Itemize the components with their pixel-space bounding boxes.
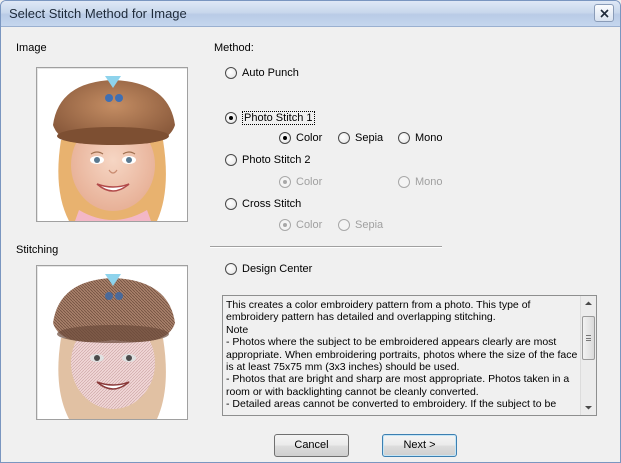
- photo-stitch-2-option[interactable]: Photo Stitch 2: [225, 154, 311, 166]
- scroll-grip-icon: [586, 335, 591, 341]
- cross-stitch-option[interactable]: Cross Stitch: [225, 198, 301, 210]
- cs-sepia-radio: [338, 219, 350, 231]
- auto-punch-option[interactable]: Auto Punch: [225, 67, 299, 79]
- ps1-sepia-radio[interactable]: [338, 132, 350, 144]
- photo-stitch-1-option[interactable]: Photo Stitch 1: [225, 111, 315, 125]
- photo-stitch-2-radio[interactable]: [225, 154, 237, 166]
- ps2-mono-radio: [398, 176, 410, 188]
- ps1-color-option[interactable]: Color: [279, 132, 322, 144]
- stitching-label: Stitching: [16, 244, 59, 256]
- next-button[interactable]: Next >: [382, 434, 457, 457]
- ps2-color-label: Color: [296, 176, 323, 188]
- title-bar[interactable]: Select Stitch Method for Image: [1, 1, 620, 27]
- stitching-preview: [36, 265, 188, 420]
- auto-punch-label: Auto Punch: [242, 67, 299, 79]
- ps1-mono-option[interactable]: Mono: [398, 132, 443, 144]
- cancel-button[interactable]: Cancel: [274, 434, 349, 457]
- source-photo: [36, 67, 188, 222]
- ps1-sepia-option[interactable]: Sepia: [338, 132, 383, 144]
- separator: [210, 246, 442, 248]
- auto-punch-radio[interactable]: [225, 67, 237, 79]
- ps2-mono-label: Mono: [415, 176, 443, 188]
- cs-color-label: Color: [296, 219, 323, 231]
- ps1-color-radio[interactable]: [279, 132, 291, 144]
- scroll-up-arrow-icon: [585, 301, 592, 305]
- cross-stitch-radio[interactable]: [225, 198, 237, 210]
- method-label: Method:: [214, 42, 254, 54]
- design-center-label: Design Center: [242, 263, 313, 275]
- scroll-down-button[interactable]: [581, 400, 596, 415]
- design-center-radio[interactable]: [225, 263, 237, 275]
- description-text: This creates a color embroidery pattern …: [226, 299, 578, 411]
- description-scrollbar[interactable]: [580, 296, 596, 415]
- ps1-sepia-label: Sepia: [355, 132, 384, 144]
- ps1-mono-label: Mono: [415, 132, 443, 144]
- ps2-color-option: Color: [279, 176, 322, 188]
- scroll-up-button[interactable]: [581, 296, 596, 311]
- cross-stitch-label: Cross Stitch: [242, 198, 302, 210]
- cs-sepia-label: Sepia: [355, 219, 384, 231]
- close-icon: [600, 9, 609, 18]
- ps1-color-label: Color: [296, 132, 323, 144]
- ps1-mono-radio[interactable]: [398, 132, 410, 144]
- scroll-thumb[interactable]: [582, 316, 595, 360]
- description-box[interactable]: This creates a color embroidery pattern …: [222, 295, 597, 416]
- design-center-option[interactable]: Design Center: [225, 263, 312, 275]
- photo-stitch-1-radio[interactable]: [225, 112, 237, 124]
- photo-stitch-1-label: Photo Stitch 1: [242, 111, 315, 125]
- ps2-color-radio: [279, 176, 291, 188]
- cs-color-option: Color: [279, 219, 322, 231]
- window-title: Select Stitch Method for Image: [9, 6, 187, 21]
- image-label: Image: [16, 42, 47, 54]
- close-button[interactable]: [594, 4, 614, 22]
- photo-stitch-2-label: Photo Stitch 2: [242, 154, 311, 166]
- ps2-mono-option: Mono: [398, 176, 443, 188]
- scroll-down-arrow-icon: [585, 406, 592, 410]
- cs-sepia-option: Sepia: [338, 219, 383, 231]
- cs-color-radio: [279, 219, 291, 231]
- select-stitch-method-dialog: Select Stitch Method for Image Image Sti…: [0, 0, 621, 463]
